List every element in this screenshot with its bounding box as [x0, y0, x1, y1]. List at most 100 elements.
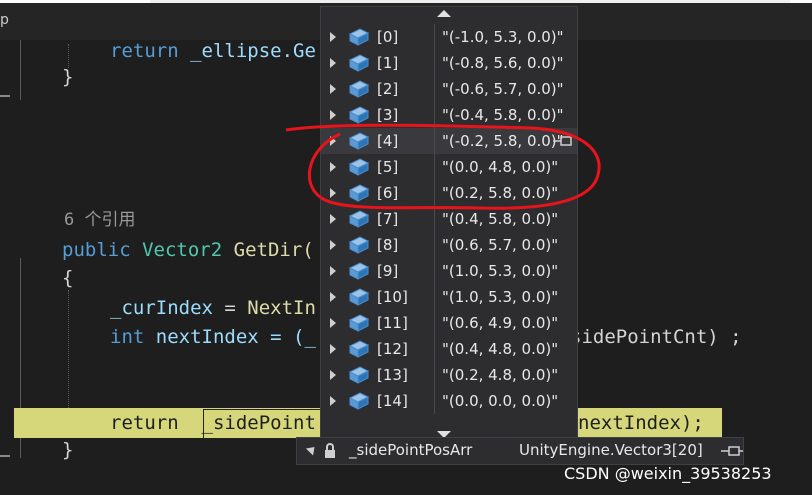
fold-marker[interactable]	[0, 455, 10, 457]
column-separator	[434, 128, 435, 154]
datatip-row[interactable]: [2] "(-0.6, 5.7, 0.0)"	[321, 76, 577, 102]
datatip-row[interactable]: [10] "(1.0, 5.3, 0.0)"	[321, 284, 577, 310]
column-separator	[434, 232, 435, 258]
expand-triangle-icon[interactable]	[330, 214, 336, 224]
element-index: [8]	[377, 236, 399, 254]
datatip-row[interactable]: [1] "(-0.8, 5.6, 0.0)"	[321, 50, 577, 76]
expand-triangle-icon[interactable]	[330, 370, 336, 380]
collapse-triangle-icon[interactable]	[305, 443, 319, 456]
element-value[interactable]: "(-0.6, 5.7, 0.0)"	[442, 80, 564, 98]
tab-accent-bar-2	[150, 0, 790, 3]
element-value[interactable]: "(0.0, 4.8, 0.0)"	[442, 158, 558, 176]
expand-triangle-icon[interactable]	[330, 240, 336, 250]
cube-icon	[348, 262, 370, 280]
datatip-row[interactable]: [8] "(0.6, 5.7, 0.0)"	[321, 232, 577, 258]
reference-count-lens[interactable]: 6 个引用	[64, 207, 135, 233]
element-value[interactable]: "(-0.2, 5.8, 0.0)"	[442, 132, 564, 150]
hovered-expression[interactable]: _sidePoint	[202, 412, 316, 434]
column-separator	[434, 24, 435, 50]
expand-triangle-icon[interactable]	[330, 84, 336, 94]
element-value[interactable]: "(-0.4, 5.8, 0.0)"	[442, 106, 564, 124]
code-line-next-index: int nextIndex = (_	[110, 324, 316, 350]
code-side-point-cnt: sidePointCnt) ;	[570, 326, 742, 348]
fold-marker[interactable]	[0, 95, 10, 97]
datatip-row[interactable]: [4] "(-0.2, 5.8, 0.0)"	[321, 128, 577, 154]
element-index: [4]	[377, 132, 399, 150]
next-index-decl: nextIndex = (_	[144, 326, 316, 348]
tab-left[interactable]: p	[0, 12, 9, 28]
element-index: [2]	[377, 80, 399, 98]
code-method-signature: public Vector2 GetDir(	[62, 237, 314, 263]
column-separator	[434, 258, 435, 284]
element-index: [1]	[377, 54, 399, 72]
keyword-int: int	[110, 326, 145, 348]
datatip-row[interactable]: [14] "(0.0, 0.0, 0.0)"	[321, 388, 577, 414]
keyword-return-2: return	[110, 412, 179, 434]
expand-triangle-icon[interactable]	[330, 188, 336, 198]
element-value[interactable]: "(0.4, 4.8, 0.0)"	[442, 340, 558, 358]
cube-icon	[348, 314, 370, 332]
datatip-row[interactable]: [3] "(-0.4, 5.8, 0.0)"	[321, 102, 577, 128]
expand-triangle-icon[interactable]	[330, 344, 336, 354]
cube-icon	[348, 366, 370, 384]
expand-triangle-icon[interactable]	[330, 396, 336, 406]
datatip-row[interactable]: [6] "(0.2, 5.8, 0.0)"	[321, 180, 577, 206]
datatip-popup[interactable]: [0] "(-1.0, 5.3, 0.0)" [1] "(-0.8, 5.6, 0.0…	[320, 6, 578, 442]
cube-icon	[348, 184, 370, 202]
keyword-return: return	[110, 40, 179, 62]
column-separator	[434, 180, 435, 206]
element-value[interactable]: "(0.6, 5.7, 0.0)"	[442, 236, 558, 254]
datatip-row[interactable]: [5] "(0.0, 4.8, 0.0)"	[321, 154, 577, 180]
scroll-up-arrow-icon[interactable]	[437, 10, 451, 17]
element-value[interactable]: "(-1.0, 5.3, 0.0)"	[442, 28, 564, 46]
expand-triangle-icon[interactable]	[330, 292, 336, 302]
element-value[interactable]: "(0.4, 5.8, 0.0)"	[442, 210, 558, 228]
element-value[interactable]: "(0.2, 4.8, 0.0)"	[442, 366, 558, 384]
element-index: [12]	[377, 340, 408, 358]
element-index: [9]	[377, 262, 399, 280]
datatip-row[interactable]: [12] "(0.4, 4.8, 0.0)"	[321, 336, 577, 362]
element-value[interactable]: "(1.0, 5.3, 0.0)"	[442, 288, 558, 306]
element-index: [5]	[377, 158, 399, 176]
expand-triangle-icon[interactable]	[330, 318, 336, 328]
expand-triangle-icon[interactable]	[330, 58, 336, 68]
datatip-row[interactable]: [7] "(0.4, 5.8, 0.0)"	[321, 206, 577, 232]
assign-op: =	[212, 297, 248, 319]
column-separator	[434, 206, 435, 232]
expand-triangle-icon[interactable]	[330, 136, 336, 146]
element-index: [10]	[377, 288, 408, 306]
element-value[interactable]: "(0.6, 4.9, 0.0)"	[442, 314, 558, 332]
column-separator	[434, 284, 435, 310]
element-value[interactable]: "(0.0, 0.0, 0.0)"	[442, 392, 558, 410]
expand-triangle-icon[interactable]	[330, 110, 336, 120]
column-separator	[434, 336, 435, 362]
expand-triangle-icon[interactable]	[330, 162, 336, 172]
var-cur-index: _curIndex	[110, 297, 213, 319]
expand-triangle-icon[interactable]	[330, 266, 336, 276]
expand-triangle-icon[interactable]	[330, 32, 336, 42]
cube-icon	[348, 80, 370, 98]
column-separator	[434, 50, 435, 76]
column-separator	[434, 388, 435, 414]
pin-icon[interactable]	[721, 446, 743, 456]
datatip-parent-row[interactable]: _sidePointPosArr UnityEngine.Vector3[20]	[296, 437, 744, 465]
datatip-row[interactable]: [11] "(0.6, 4.9, 0.0)"	[321, 310, 577, 336]
pin-icon[interactable]	[553, 136, 575, 146]
datatip-row[interactable]: [13] "(0.2, 4.8, 0.0)"	[321, 362, 577, 388]
element-index: [3]	[377, 106, 399, 124]
element-index: [13]	[377, 366, 408, 384]
cube-icon	[348, 288, 370, 306]
cube-icon	[348, 106, 370, 124]
code-close-brace: }	[62, 66, 74, 88]
datatip-row[interactable]: [9] "(1.0, 5.3, 0.0)"	[321, 258, 577, 284]
element-value[interactable]: "(0.2, 5.8, 0.0)"	[442, 184, 558, 202]
element-value[interactable]: "(1.0, 5.3, 0.0)"	[442, 262, 558, 280]
cube-icon	[348, 392, 370, 410]
method-name: GetDir(	[233, 239, 314, 261]
element-value[interactable]: "(-0.8, 5.6, 0.0)"	[442, 54, 564, 72]
parent-variable-type: UnityEngine.Vector3[20]	[519, 441, 703, 459]
code-ellipse-expr: _ellipse.Ge	[190, 40, 316, 62]
cube-icon	[348, 236, 370, 254]
datatip-row[interactable]: [0] "(-1.0, 5.3, 0.0)"	[321, 24, 577, 50]
element-index: [6]	[377, 184, 399, 202]
